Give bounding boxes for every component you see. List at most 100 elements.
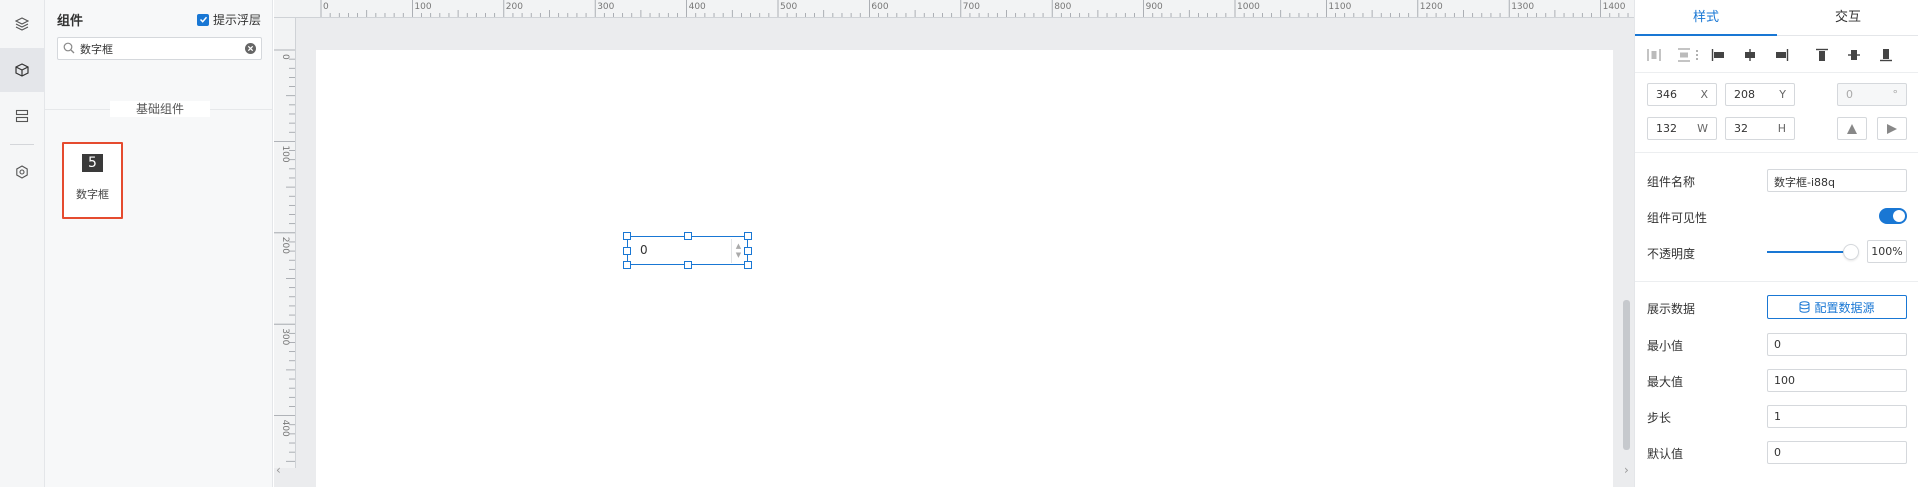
default-label: 默认值 xyxy=(1647,447,1684,461)
resize-handle-right[interactable] xyxy=(744,247,752,255)
ruler-left-label: 200 xyxy=(280,237,290,254)
ruler-top-label: 1400 xyxy=(1603,2,1626,12)
step-label: 步长 xyxy=(1647,411,1672,425)
number-box-widget[interactable]: 0 ▲ ▼ xyxy=(623,232,752,269)
clear-icon[interactable] xyxy=(244,42,257,58)
step-input[interactable]: 1 xyxy=(1767,405,1907,428)
align-toolbar xyxy=(1635,37,1918,73)
hint-label: 提示浮层 xyxy=(213,13,262,27)
left-icon-rail xyxy=(0,0,45,487)
width-value: 132 xyxy=(1656,122,1677,135)
y-field[interactable]: 208 Y xyxy=(1725,83,1795,106)
resize-handle-top[interactable] xyxy=(684,232,692,240)
widget-value: 0 xyxy=(640,243,648,257)
height-field[interactable]: 32 H xyxy=(1725,117,1795,140)
max-label: 最大值 xyxy=(1647,375,1684,389)
component-label: 数字框 xyxy=(76,188,109,201)
panel-title: 组件 xyxy=(57,14,84,29)
resize-handle-bottom-left[interactable] xyxy=(623,261,631,269)
resize-handle-bottom[interactable] xyxy=(684,261,692,269)
ruler-left-label: 400 xyxy=(280,420,290,437)
ruler-left-label: 300 xyxy=(280,328,290,345)
resize-handle-bottom-right[interactable] xyxy=(744,261,752,269)
ruler-top-label: 800 xyxy=(1054,2,1071,12)
align-top-icon[interactable] xyxy=(1813,46,1831,64)
name-label: 组件名称 xyxy=(1647,175,1696,189)
section-divider xyxy=(1635,281,1918,282)
opacity-slider-thumb[interactable] xyxy=(1843,244,1859,260)
flip-vertical-button[interactable] xyxy=(1837,117,1867,140)
resize-handle-top-right[interactable] xyxy=(744,232,752,240)
configure-datasource-button[interactable]: 配置数据源 xyxy=(1767,295,1907,319)
align-right-icon[interactable] xyxy=(1773,46,1791,64)
rotation-field[interactable]: 0 ° xyxy=(1837,83,1907,106)
max-input[interactable]: 100 xyxy=(1767,369,1907,392)
ruler-top-label: 1100 xyxy=(1328,2,1351,12)
visible-label: 组件可见性 xyxy=(1647,211,1708,225)
ruler-top-label: 300 xyxy=(597,2,614,12)
opacity-label: 不透明度 xyxy=(1647,247,1696,261)
y-unit: Y xyxy=(1779,88,1786,101)
x-unit: X xyxy=(1700,88,1708,101)
rotation-unit: ° xyxy=(1892,88,1899,101)
distribute-horizontal-icon[interactable] xyxy=(1645,46,1663,64)
ruler-left-ticks: 0 100 200 300 400 xyxy=(274,49,295,462)
x-field[interactable]: 346 X xyxy=(1647,83,1717,106)
width-field[interactable]: 132 W xyxy=(1647,117,1717,140)
y-value: 208 xyxy=(1734,88,1755,101)
ruler-top-label: 400 xyxy=(689,2,706,12)
layers-icon[interactable] xyxy=(0,2,44,46)
align-center-horizontal-icon[interactable] xyxy=(1741,46,1759,64)
component-item-number-box[interactable]: 5 数字框 xyxy=(62,142,123,219)
ruler-top: 0 100 200 300 400 500 600 700 800 900 1000 1100 1200… xyxy=(300,0,1634,18)
canvas-scrollbar[interactable] xyxy=(1620,18,1634,487)
opacity-slider-track[interactable] xyxy=(1767,251,1847,253)
datasource-button-label: 配置数据源 xyxy=(1814,300,1875,315)
ruler-top-label: 500 xyxy=(780,2,797,12)
component-panel: 组件 提示浮层 基础组件 5 数字框 xyxy=(45,0,273,487)
toggle-knob xyxy=(1893,210,1905,222)
min-input[interactable]: 0 xyxy=(1767,333,1907,356)
resize-handle-top-left[interactable] xyxy=(623,232,631,240)
flip-horizontal-button[interactable] xyxy=(1877,117,1907,140)
ruler-top-label: 100 xyxy=(414,2,431,12)
collapse-right-icon[interactable]: › xyxy=(1624,463,1629,477)
search-input[interactable] xyxy=(80,40,230,57)
stepper-arrows[interactable]: ▲ ▼ xyxy=(731,239,745,263)
align-bottom-icon[interactable] xyxy=(1877,46,1895,64)
component-name-value: 数字框-i88q xyxy=(1774,176,1836,189)
scrollbar-thumb[interactable] xyxy=(1623,300,1630,450)
visibility-toggle[interactable] xyxy=(1879,208,1907,224)
ruler-top-label: 200 xyxy=(506,2,523,12)
tab-style[interactable]: 样式 xyxy=(1635,0,1777,36)
search-box[interactable] xyxy=(57,37,262,60)
tab-interact[interactable]: 交互 xyxy=(1777,0,1918,36)
min-value: 0 xyxy=(1774,338,1781,351)
resize-handle-left[interactable] xyxy=(623,247,631,255)
settings-icon[interactable] xyxy=(0,150,44,194)
component-name-input[interactable]: 数字框-i88q xyxy=(1767,169,1907,192)
more-icon[interactable] xyxy=(1693,46,1701,64)
ruler-top-label: 1200 xyxy=(1420,2,1443,12)
height-unit: H xyxy=(1777,122,1786,135)
align-left-icon[interactable] xyxy=(1709,46,1727,64)
outline-icon[interactable] xyxy=(0,94,44,138)
stepper-up-icon[interactable]: ▲ xyxy=(736,242,741,251)
ruler-top-label: 1000 xyxy=(1237,2,1260,12)
cube-icon[interactable] xyxy=(0,48,44,92)
stepper-down-icon[interactable]: ▼ xyxy=(736,251,741,260)
ruler-top-label: 700 xyxy=(963,2,980,12)
properties-panel: 样式 交互 346 X 208 Y 0 ° 132 W 32 H 组件名称 数字… xyxy=(1634,0,1918,487)
default-input[interactable]: 0 xyxy=(1767,441,1907,464)
ruler-corner xyxy=(274,0,300,18)
checkbox-icon[interactable] xyxy=(197,13,209,26)
opacity-input[interactable]: 100% xyxy=(1867,240,1907,263)
align-middle-vertical-icon[interactable] xyxy=(1845,46,1863,64)
hint-toggle[interactable]: 提示浮层 xyxy=(197,11,261,28)
flip-horizontal-icon xyxy=(1887,123,1897,134)
artboard[interactable] xyxy=(316,50,1613,487)
distribute-vertical-icon[interactable] xyxy=(1675,46,1693,64)
search-icon xyxy=(63,42,75,57)
collapse-left-icon[interactable]: ‹ xyxy=(276,463,281,477)
number-box-icon: 5 xyxy=(82,154,103,172)
